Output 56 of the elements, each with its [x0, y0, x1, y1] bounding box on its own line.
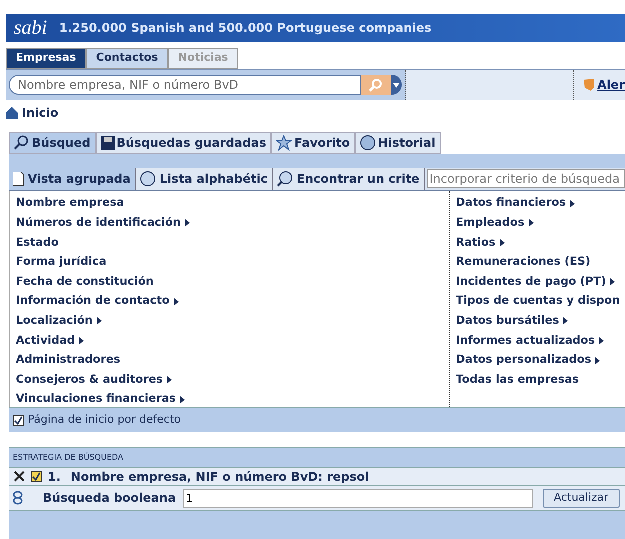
criterion-link[interactable]: Actividad	[16, 332, 76, 350]
tab[interactable]: Historial	[355, 132, 441, 154]
criterion-link[interactable]: Administradores	[16, 352, 120, 369]
caret-icon	[393, 82, 400, 88]
criterion-link[interactable]: Nombre empresa	[16, 195, 124, 212]
step-number: 1.	[48, 468, 61, 486]
criterion-link[interactable]: Localización	[16, 312, 93, 330]
criterion-link[interactable]: Tipos de cuentas y dispon	[456, 293, 620, 310]
document-icon	[13, 172, 24, 186]
tab[interactable]: Encontrar un crite	[272, 168, 425, 190]
boolean-field[interactable]: 1	[183, 488, 533, 508]
magnifier-icon	[276, 171, 293, 187]
tab[interactable]: Empresas	[6, 48, 86, 69]
step-text[interactable]: Nombre empresa, NIF o número BvD: repsol	[70, 468, 370, 486]
criterion-link[interactable]: Vinculaciones financieras	[16, 391, 176, 408]
tab[interactable]: Búsqued	[9, 132, 96, 154]
tab[interactable]: Favorito	[271, 132, 356, 154]
dropdown-button[interactable]	[391, 75, 402, 95]
criterion-link[interactable]: Consejeros & auditores	[16, 372, 164, 389]
criterion-link[interactable]: Datos bursátiles	[456, 312, 560, 330]
tab[interactable]: Lista alphabétic	[136, 168, 273, 190]
link-icon	[13, 491, 23, 505]
criterion-link[interactable]: Todas las empresas	[456, 372, 580, 389]
criterion-link[interactable]: Información de contacto	[16, 293, 170, 310]
criterion-link[interactable]: Números de identificación	[16, 214, 181, 232]
search-icon	[369, 78, 383, 92]
search-field[interactable]: Nombre empresa, NIF o número BvD	[9, 75, 361, 95]
save-icon	[100, 136, 115, 150]
home-icon	[6, 107, 18, 119]
checkbox[interactable]	[31, 471, 42, 482]
breadcrumb[interactable]: Inicio	[22, 104, 59, 122]
tab[interactable]: Contactos	[86, 48, 168, 69]
star-icon	[276, 135, 292, 151]
criteria-search-field[interactable]: Incorporar criterio de búsqueda	[426, 169, 625, 188]
section-heading: ESTRATEGIA DE BÚSQUEDA	[13, 452, 124, 464]
criterion-link[interactable]: Incidentes de pago (PT)	[456, 274, 606, 291]
criterion-link[interactable]: Empleados	[456, 214, 525, 232]
criterion-link[interactable]: Ratios	[456, 234, 496, 252]
tab[interactable]: Vista agrupada	[9, 168, 136, 190]
tab[interactable]: Búsquedas guardadas	[96, 132, 272, 154]
criterion-link[interactable]: Forma jurídica	[16, 254, 107, 271]
banner-title: 1.250.000 Spanish and 500.000 Portuguese companies	[59, 20, 432, 37]
checkbox[interactable]	[13, 414, 24, 426]
magnifier-icon	[14, 135, 30, 151]
checkbox-label[interactable]: Página de inicio por defecto	[28, 412, 182, 428]
criterion-link[interactable]: Remuneraciones (ES)	[456, 254, 591, 271]
alerts-link[interactable]: Aler	[598, 76, 625, 94]
update-button[interactable]: Actualizar	[543, 488, 620, 508]
logo: sabi	[14, 16, 48, 41]
criterion-link[interactable]: Informes actualizados	[456, 332, 596, 350]
criterion-link[interactable]: Datos personalizados	[456, 352, 592, 369]
criterion-link[interactable]: Datos financieros	[456, 195, 566, 212]
criterion-link[interactable]: Fecha de constitución	[16, 274, 154, 291]
criterion-link[interactable]: Estado	[16, 234, 59, 252]
field-label: Búsqueda booleana	[43, 490, 178, 507]
close-icon[interactable]	[14, 471, 25, 482]
